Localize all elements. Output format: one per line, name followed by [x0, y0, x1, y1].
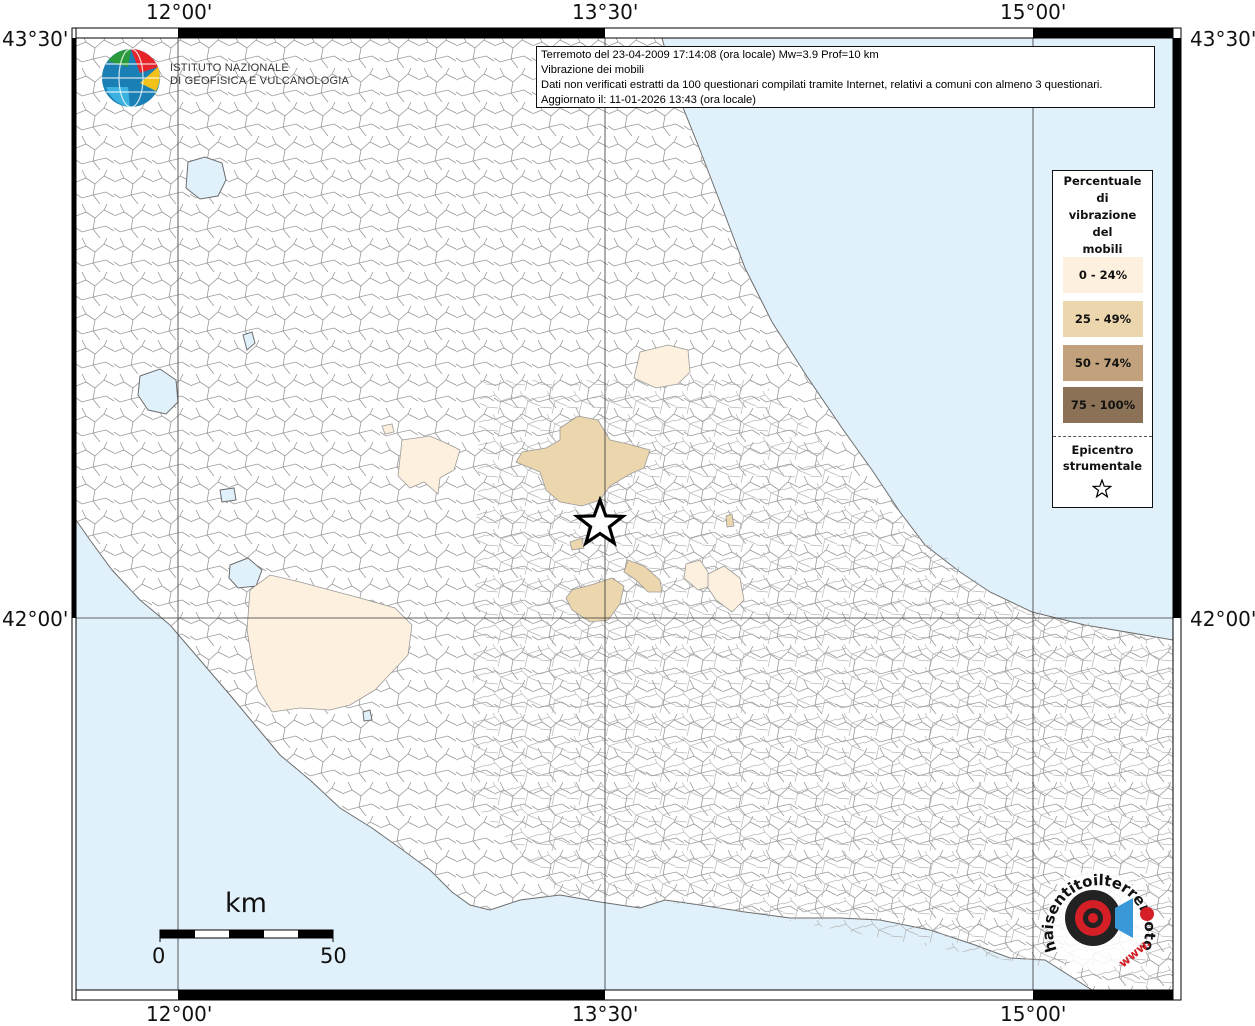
- legend-title: Percentuale di vibrazione del mobili: [1053, 173, 1152, 258]
- lon-label-top-1: 12°00': [146, 0, 213, 24]
- lon-label-top-3: 15°00': [1000, 0, 1067, 24]
- lake-albano: [362, 709, 373, 722]
- lon-label-top-2: 13°30': [572, 0, 639, 24]
- legend-swatch-50-74: 50 - 74%: [1063, 345, 1143, 381]
- hai-sentito-il-terremoto-logo[interactable]: haisentitoilterremoto.it www.: [1035, 858, 1165, 978]
- legend-epicenter-line2: strumentale: [1062, 459, 1143, 473]
- legend-swatch-25-49: 25 - 49%: [1063, 301, 1143, 337]
- ingv-name-line1: ISTITUTO NAZIONALE: [170, 62, 289, 74]
- legend-divider: [1053, 436, 1152, 437]
- scale-bar: [159, 929, 334, 942]
- legend-swatch-label: 50 - 74%: [1074, 356, 1132, 370]
- lake-bolsena: [185, 156, 227, 200]
- event-info-box: Terremoto del 23-04-2009 17:14:08 (ora l…: [536, 46, 1155, 108]
- legend: Percentuale di vibrazione del mobili 0 -…: [1052, 170, 1153, 508]
- legend-swatch-label: 0 - 24%: [1078, 268, 1128, 282]
- update-time: Aggiornato il: 11-01-2026 13:43 (ora loc…: [541, 94, 756, 106]
- legend-swatch-75-100: 75 - 100%: [1063, 387, 1143, 423]
- legend-star-icon: [1092, 479, 1112, 499]
- ingv-name-line2: DI GEOFISICA E VULCANOLOGIA: [170, 75, 349, 87]
- lat-label-top-left: 43°30': [2, 27, 69, 51]
- legend-title-line: mobili: [1082, 242, 1123, 256]
- map-subject: Vibrazione dei mobili: [541, 64, 645, 76]
- ingv-name: ISTITUTO NAZIONALE DI GEOFISICA E VULCAN…: [170, 62, 349, 88]
- scale-unit: km: [225, 888, 267, 919]
- legend-title-line: di: [1096, 191, 1109, 205]
- lat-label-mid-left: 42°00': [2, 607, 69, 631]
- event-title: Terremoto del 23-04-2009 17:14:08 (ora l…: [541, 49, 879, 61]
- legend-epicenter-label: Epicentro strumentale: [1053, 442, 1152, 474]
- lon-label-bottom-3: 15°00': [1000, 1002, 1067, 1026]
- scale-max-label: 50: [320, 944, 347, 968]
- lake-small: [219, 487, 237, 503]
- lon-label-bottom-1: 12°00': [146, 1002, 213, 1026]
- lat-label-mid-right: 42°00': [1190, 607, 1255, 631]
- ingv-globe-icon: [102, 48, 160, 108]
- legend-swatch-label: 75 - 100%: [1070, 398, 1136, 412]
- data-note: Dati non verificati estratti da 100 ques…: [541, 79, 1103, 91]
- legend-epicenter-line1: Epicentro: [1071, 443, 1134, 457]
- legend-title-line: Percentuale: [1063, 174, 1142, 188]
- legend-swatch-label: 25 - 49%: [1074, 312, 1132, 326]
- lat-label-top-right: 43°30': [1190, 27, 1255, 51]
- legend-swatch-0-24: 0 - 24%: [1063, 257, 1143, 293]
- legend-title-line: del: [1092, 225, 1113, 239]
- lon-label-bottom-2: 13°30': [572, 1002, 639, 1026]
- scale-min-label: 0: [152, 944, 166, 968]
- legend-title-line: vibrazione: [1068, 208, 1137, 222]
